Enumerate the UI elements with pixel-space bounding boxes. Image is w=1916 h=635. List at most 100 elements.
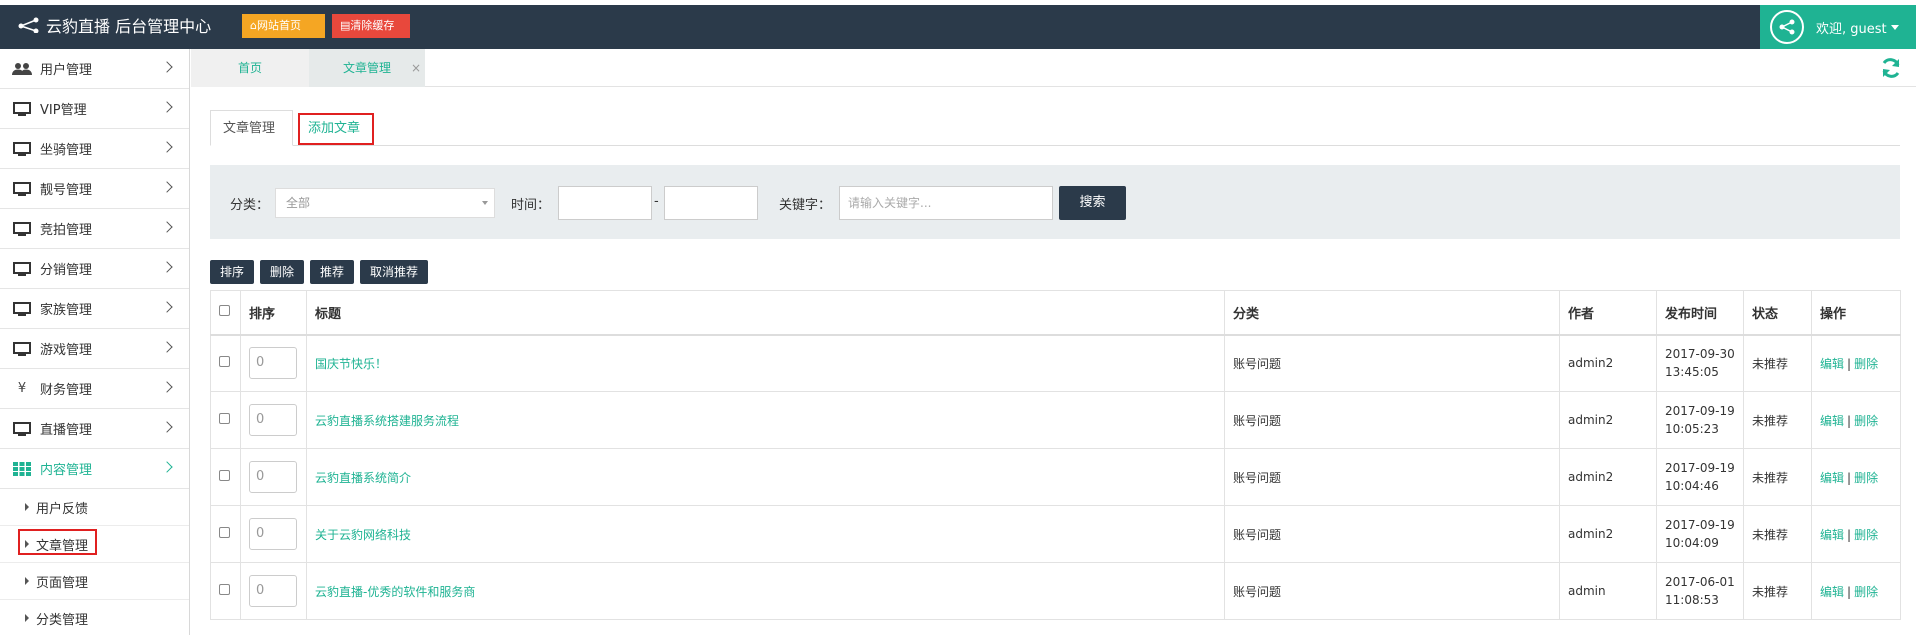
delete-link[interactable]: 删除 bbox=[1854, 471, 1878, 485]
brand[interactable]: 云豹直播 后台管理中心 bbox=[18, 12, 211, 38]
sidebar: 用户管理 VIP管理 坐骑管理 靓号管理 竞拍管理 分销管理 家族管理 游戏管理… bbox=[0, 49, 190, 635]
article-title-link[interactable]: 云豹直播系统简介 bbox=[306, 448, 1225, 506]
article-title-link[interactable]: 关于云豹网络科技 bbox=[306, 505, 1225, 563]
sidebar-item-distribution[interactable]: 分销管理 bbox=[0, 249, 189, 289]
monitor-icon bbox=[12, 261, 32, 276]
tab-add-article[interactable]: 添加文章 bbox=[298, 113, 374, 145]
refresh-icon[interactable] bbox=[1880, 57, 1902, 79]
chevron-right-icon bbox=[161, 261, 173, 273]
sidebar-item-mount[interactable]: 坐骑管理 bbox=[0, 129, 189, 169]
article-author: admin2 bbox=[1559, 334, 1657, 392]
action-buttons: 排序 删除 推荐 取消推荐 bbox=[210, 260, 434, 284]
caret-right-icon bbox=[25, 577, 29, 585]
delete-button[interactable]: 删除 bbox=[260, 260, 305, 284]
keyword-input[interactable]: 请输入关键字... bbox=[839, 186, 1053, 220]
tab-bar: 首页 文章管理 × bbox=[191, 49, 1916, 87]
sidebar-subitem-feedback[interactable]: 用户反馈 bbox=[0, 489, 189, 526]
search-button[interactable]: 搜索 bbox=[1059, 186, 1126, 220]
chevron-right-icon bbox=[161, 341, 173, 353]
welcome-text: 欢迎, guest bbox=[1816, 21, 1887, 37]
clear-cache-button[interactable]: ▤清除缓存 bbox=[332, 14, 410, 38]
recommend-button[interactable]: 推荐 bbox=[310, 260, 355, 284]
chevron-right-icon bbox=[161, 181, 173, 193]
select-all-checkbox[interactable] bbox=[219, 304, 230, 316]
chevron-right-icon bbox=[161, 101, 173, 113]
order-input[interactable]: 0 bbox=[249, 461, 297, 493]
table-header-row: 排序 标题 分类 作者 发布时间 状态 操作 bbox=[210, 290, 1901, 336]
sidebar-item-users[interactable]: 用户管理 bbox=[0, 49, 189, 89]
row-checkbox[interactable] bbox=[219, 413, 230, 424]
grid-icon bbox=[12, 461, 32, 476]
article-category: 账号问题 bbox=[1224, 391, 1560, 449]
edit-link[interactable]: 编辑 bbox=[1820, 585, 1844, 599]
order-input[interactable]: 0 bbox=[249, 575, 297, 607]
yen-icon: ¥ bbox=[17, 381, 27, 396]
delete-link[interactable]: 删除 bbox=[1854, 528, 1878, 542]
end-date-input[interactable] bbox=[664, 186, 758, 220]
article-title-link[interactable]: 云豹直播-优秀的软件和服务商 bbox=[306, 562, 1225, 620]
article-title-link[interactable]: 国庆节快乐！ bbox=[306, 334, 1225, 392]
column-header-time: 发布时间 bbox=[1656, 290, 1744, 336]
edit-link[interactable]: 编辑 bbox=[1820, 471, 1844, 485]
article-category: 账号问题 bbox=[1224, 562, 1560, 620]
column-header-ops: 操作 bbox=[1811, 290, 1901, 336]
monitor-icon bbox=[12, 421, 32, 436]
tab-article-list[interactable]: 文章管理 bbox=[210, 110, 293, 146]
delete-link[interactable]: 删除 bbox=[1854, 414, 1878, 428]
top-strip bbox=[0, 0, 1916, 5]
sidebar-item-games[interactable]: 游戏管理 bbox=[0, 329, 189, 369]
highlight-box bbox=[18, 529, 97, 555]
delete-link[interactable]: 删除 bbox=[1854, 585, 1878, 599]
article-author: admin2 bbox=[1559, 505, 1657, 563]
table-row: 0 关于云豹网络科技 账号问题 admin2 2017-09-19 10:04:0… bbox=[210, 505, 1901, 563]
article-title-link[interactable]: 云豹直播系统搭建服务流程 bbox=[306, 391, 1225, 449]
row-checkbox[interactable] bbox=[219, 584, 230, 595]
trash-icon: ▤ bbox=[340, 19, 351, 32]
caret-right-icon bbox=[25, 614, 29, 622]
sidebar-item-auction[interactable]: 竞拍管理 bbox=[0, 209, 189, 249]
tab-home[interactable]: 首页 bbox=[191, 49, 309, 87]
delete-link[interactable]: 删除 bbox=[1854, 357, 1878, 371]
tab-articles[interactable]: 文章管理 × bbox=[309, 49, 425, 87]
user-menu[interactable]: 欢迎, guest bbox=[1760, 5, 1916, 49]
sidebar-subitem-pages[interactable]: 页面管理 bbox=[0, 563, 189, 600]
brand-title: 云豹直播 后台管理中心 bbox=[46, 17, 212, 36]
sidebar-item-live[interactable]: 直播管理 bbox=[0, 409, 189, 449]
unrecommend-button[interactable]: 取消推荐 bbox=[360, 260, 429, 284]
row-checkbox[interactable] bbox=[219, 527, 230, 538]
order-input[interactable]: 0 bbox=[249, 347, 297, 380]
sort-button[interactable]: 排序 bbox=[210, 260, 255, 284]
date-separator: - bbox=[654, 194, 659, 209]
sidebar-subitem-categories[interactable]: 分类管理 bbox=[0, 600, 189, 635]
articles-table: 排序 标题 分类 作者 发布时间 状态 操作 0 国庆节快乐！ 账号问题 adm… bbox=[210, 290, 1901, 620]
article-time: 2017-06-01 11:08:53 bbox=[1656, 562, 1744, 620]
site-home-button[interactable]: ⌂网站首页 bbox=[242, 14, 325, 38]
share-avatar-icon bbox=[1779, 19, 1795, 35]
edit-link[interactable]: 编辑 bbox=[1820, 357, 1844, 371]
chevron-right-icon bbox=[161, 461, 173, 473]
row-checkbox[interactable] bbox=[219, 356, 230, 368]
keyword-label: 关键字： bbox=[779, 198, 832, 213]
start-date-input[interactable] bbox=[558, 186, 652, 220]
category-select[interactable]: 全部 bbox=[275, 188, 495, 218]
close-icon[interactable]: × bbox=[411, 49, 421, 87]
sidebar-item-vip[interactable]: VIP管理 bbox=[0, 89, 189, 129]
edit-link[interactable]: 编辑 bbox=[1820, 528, 1844, 542]
article-category: 账号问题 bbox=[1224, 505, 1560, 563]
article-time: 2017-09-30 13:45:05 bbox=[1656, 334, 1744, 392]
sidebar-item-content[interactable]: 内容管理 bbox=[0, 449, 189, 489]
chevron-right-icon bbox=[161, 301, 173, 313]
edit-link[interactable]: 编辑 bbox=[1820, 414, 1844, 428]
sidebar-item-family[interactable]: 家族管理 bbox=[0, 289, 189, 329]
sidebar-subitem-articles[interactable]: 文章管理 bbox=[0, 526, 189, 563]
sidebar-item-finance[interactable]: ¥ 财务管理 bbox=[0, 369, 189, 409]
sidebar-item-number[interactable]: 靓号管理 bbox=[0, 169, 189, 209]
order-input[interactable]: 0 bbox=[249, 518, 297, 550]
monitor-icon bbox=[12, 221, 32, 236]
row-checkbox[interactable] bbox=[219, 470, 230, 481]
chevron-right-icon bbox=[161, 141, 173, 153]
category-label: 分类： bbox=[230, 198, 270, 213]
order-input[interactable]: 0 bbox=[249, 404, 297, 436]
article-category: 账号问题 bbox=[1224, 448, 1560, 506]
monitor-icon bbox=[12, 101, 32, 116]
